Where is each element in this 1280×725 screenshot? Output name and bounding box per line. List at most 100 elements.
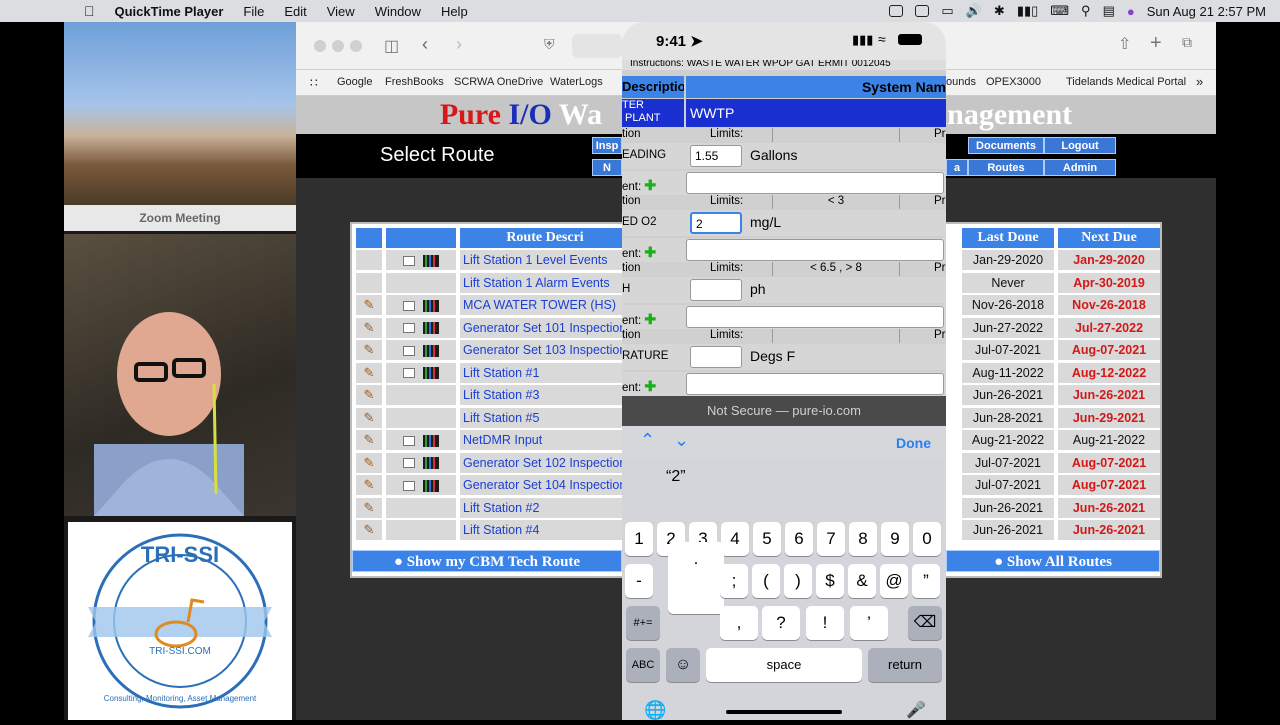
volume-icon[interactable]: 🔊 [966,3,982,19]
fav-waterlogs[interactable]: WaterLogs [550,76,603,88]
bluetooth-icon[interactable]: ✱ [994,3,1005,19]
reading-input[interactable] [690,346,742,368]
calendar-icon[interactable] [403,345,415,356]
route-icons[interactable] [386,317,456,338]
fav-scrwa-onedrive[interactable]: SCRWA OneDrive [454,76,543,88]
route-icons[interactable] [386,475,456,495]
key-4[interactable]: 4 [721,522,749,556]
route-name[interactable]: Lift Station #2 [460,497,628,518]
key-7[interactable]: 7 [817,522,845,556]
backspace-icon[interactable]: ⌫ [908,606,942,640]
edit-route-icon[interactable]: ✎ [356,452,382,473]
comment-input[interactable] [686,172,944,194]
chart-icon[interactable] [423,457,439,470]
add-comment-icon[interactable]: ✚ [644,244,656,260]
route-name[interactable]: Generator Set 102 Inspection [460,452,628,473]
col-last-done[interactable]: Last Done [962,228,1054,248]
route-name[interactable]: Generator Set 103 Inspection [460,340,628,360]
key-punct[interactable]: ? [762,606,800,640]
nav-n[interactable]: N [592,159,622,176]
route-name[interactable]: MCA WATER TOWER (HS) [460,295,628,315]
done-button[interactable]: Done [896,435,931,451]
key-punct[interactable]: ! [806,606,844,640]
route-icons[interactable] [386,407,456,428]
reading-input[interactable] [690,279,742,301]
key-symbol[interactable]: $ [816,564,844,598]
route-icons[interactable] [386,340,456,360]
route-icons[interactable] [386,250,456,270]
key-symbols[interactable]: #+= [626,606,660,640]
control-center-icon[interactable]: ▤ [1103,3,1115,19]
key-symbol[interactable]: ( [752,564,780,598]
route-icons[interactable] [386,430,456,450]
key-punct[interactable]: , [720,606,758,640]
route-icons[interactable] [386,295,456,315]
fav-freshbooks[interactable]: FreshBooks [385,76,444,88]
apple-menu-icon[interactable]:  [0,3,105,19]
key-space[interactable]: space [706,648,862,682]
route-icons[interactable] [386,452,456,473]
menu-file[interactable]: File [233,4,274,19]
previous-field-icon[interactable]: ⌃ [640,430,655,451]
route-name[interactable]: Lift Station #1 [460,362,628,383]
sidebar-icon[interactable]: ◫ [384,36,399,56]
more-favorites-icon[interactable]: » [1196,74,1203,89]
privacy-shield-icon[interactable]: ⛨ [544,36,555,53]
siri-icon[interactable]: ● [1127,4,1135,19]
key-symbol[interactable]: . [668,542,724,614]
nav-documents[interactable]: Documents [968,137,1044,154]
edit-route-icon[interactable]: ✎ [356,520,382,540]
comment-input[interactable] [686,239,944,261]
key-abc[interactable]: ABC [626,648,660,682]
route-icons[interactable] [386,385,456,405]
chart-icon[interactable] [423,434,439,447]
edit-route-icon[interactable]: ✎ [356,340,382,360]
chart-icon[interactable] [423,299,439,312]
edit-route-icon[interactable]: ✎ [356,497,382,518]
comment-input[interactable] [686,306,944,328]
microphone-icon[interactable]: 🎤 [906,700,926,720]
chart-icon[interactable] [423,322,439,335]
key-symbol[interactable]: ” [912,564,940,598]
favorites-grid-icon[interactable]: ∷ [310,76,318,90]
new-tab-icon[interactable]: + [1150,32,1162,55]
route-name[interactable]: Generator Set 101 Inspection [460,317,628,338]
zoom-icon[interactable] [915,5,930,17]
key-symbol[interactable]: ; [720,564,748,598]
calendar-icon[interactable] [403,323,415,334]
route-icons[interactable] [386,362,456,383]
edit-route-icon[interactable]: ✎ [356,362,382,383]
edit-route-icon[interactable]: ✎ [356,317,382,338]
add-comment-icon[interactable]: ✚ [644,311,656,327]
back-icon[interactable]: ‹ [422,34,428,55]
display-icon[interactable]: ▭ [941,3,953,19]
key-punct[interactable]: ’ [850,606,888,640]
globe-icon[interactable]: 🌐 [644,700,666,720]
autocomplete-suggestion[interactable]: “2” [666,468,686,486]
key-1[interactable]: 1 [625,522,653,556]
chart-icon[interactable] [423,344,439,357]
route-name[interactable]: Generator Set 104 Inspection [460,475,628,495]
edit-route-icon[interactable]: ✎ [356,430,382,450]
edit-route-icon[interactable]: ✎ [356,385,382,405]
search-icon[interactable]: ⚲ [1081,3,1091,19]
key-symbol[interactable]: & [848,564,876,598]
add-comment-icon[interactable]: ✚ [644,177,656,193]
route-name[interactable]: NetDMR Input [460,430,628,450]
battery-icon[interactable]: ▮▮▯ [1017,3,1038,19]
key-symbol[interactable]: - [625,564,653,598]
menu-edit[interactable]: Edit [274,4,316,19]
edit-route-icon[interactable] [356,250,382,270]
key-8[interactable]: 8 [849,522,877,556]
route-name[interactable]: Lift Station 1 Level Events [460,250,628,270]
fav-sounds[interactable]: ounds [946,76,976,88]
route-icons[interactable] [386,497,456,518]
minimize-window-icon[interactable] [332,40,344,52]
route-icons[interactable] [386,272,456,293]
chart-icon[interactable] [423,367,439,380]
add-comment-icon[interactable]: ✚ [644,378,656,394]
key-9[interactable]: 9 [881,522,909,556]
fav-google[interactable]: Google [337,76,372,88]
emoji-icon[interactable]: ☺ [666,648,700,682]
show-all-routes-button[interactable]: ● Show All Routes [946,550,1160,572]
